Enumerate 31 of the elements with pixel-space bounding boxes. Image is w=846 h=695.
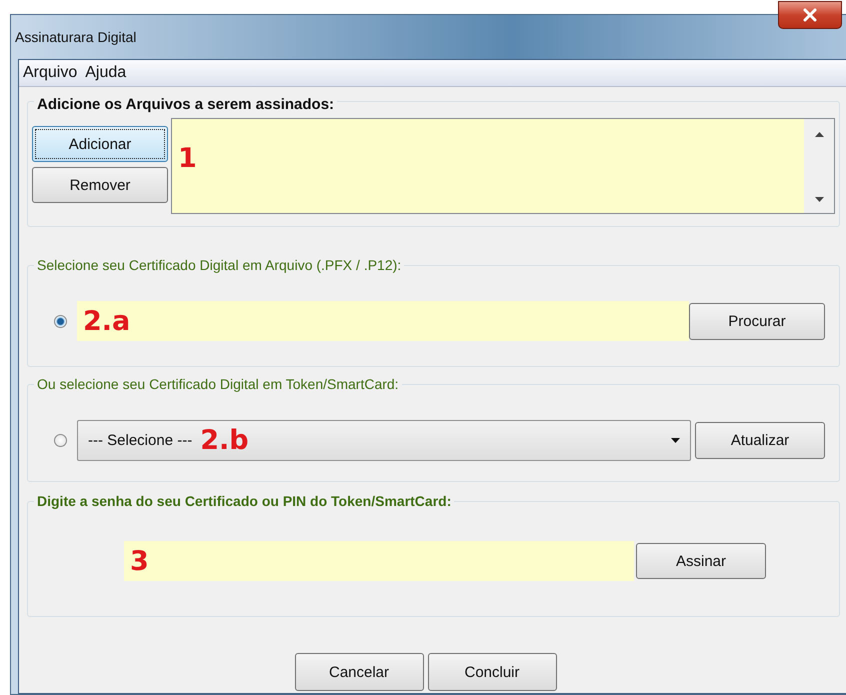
menu-item[interactable]: Ajuda [85,64,126,82]
radio-button[interactable] [54,434,67,447]
certificate-dropdown[interactable]: --- Selecione --- 2.b [77,420,691,461]
file-list[interactable]: 1 [171,118,835,214]
annotation-number: 2.a [83,308,130,334]
annotation-number: 1 [178,145,197,172]
file-button[interactable]: Remover [32,167,168,203]
browse-button[interactable]: Procurar [689,302,825,340]
dropdown-value: --- Selecione --- [88,432,192,449]
close-button[interactable] [778,1,842,29]
group-title: Digite a senha do seu Certificado ou PIN do Token/SmartCard: [34,493,454,509]
group-title: Selecione seu Certificado Digital em Arquivo (.PFX / .P12): [34,257,404,273]
file-button[interactable]: Adicionar [32,126,168,162]
group-title: Adicione os Arquivos a serem assinados: [34,96,338,113]
close-icon [802,8,818,22]
file-path-field[interactable]: 2.a [77,301,689,341]
menu-item[interactable]: Arquivo [23,64,78,82]
footer-button[interactable]: Concluir [428,653,556,691]
caret-icon [671,438,680,443]
password-field[interactable]: 3 [124,541,634,581]
sign-button[interactable]: Assinar [636,543,766,579]
refresh-button[interactable]: Atualizar [695,422,825,459]
scroll-up-icon[interactable] [814,131,824,137]
radio-button[interactable] [54,314,67,328]
annotation-number: 3 [130,548,149,574]
annotation-number: 2.b [200,427,249,454]
scroll-down-icon[interactable] [814,197,824,203]
scrollbar[interactable] [804,119,834,213]
group-title: Ou selecione seu Certificado Digital em Token/SmartCard: [34,376,402,392]
window-title: Assinaturara Digital [14,29,136,45]
footer-button[interactable]: Cancelar [294,653,424,691]
